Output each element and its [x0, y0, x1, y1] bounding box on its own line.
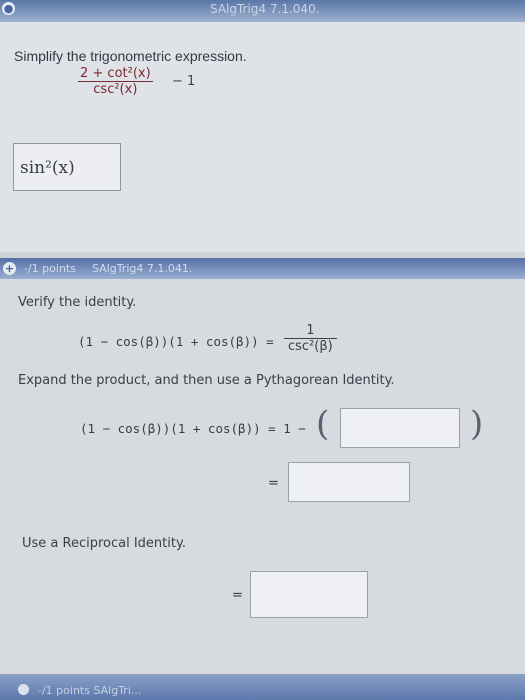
- reciprocal-input[interactable]: [250, 571, 368, 618]
- pythagorean-input[interactable]: [340, 408, 460, 448]
- next-question-text: -/1 points SAlgTri...: [38, 684, 142, 697]
- next-question-header: -/1 points SAlgTri...: [0, 674, 525, 700]
- fraction-denominator: csc²(x): [93, 82, 138, 97]
- step-1-instruction: Expand the product, and then use a Pytha…: [18, 373, 395, 388]
- collapse-icon[interactable]: ●: [2, 2, 15, 15]
- question-2-code: SAlgTrig4 7.1.041.: [92, 262, 193, 275]
- question-2-header: + -/1 points SAlgTrig4 7.1.041.: [0, 258, 525, 279]
- question-1-answer-box: sin²(x): [13, 143, 121, 191]
- question-1-answer: sin²(x): [20, 158, 75, 178]
- question-2-points: -/1 points: [24, 262, 76, 275]
- step-1-lhs: (1 − cos(β))(1 + cos(β)) = 1 −: [80, 421, 306, 436]
- question-1-panel: Simplify the trigonometric expression. 2…: [0, 22, 525, 252]
- equals-sign-2: =: [232, 588, 243, 603]
- expand-plus-icon[interactable]: +: [3, 262, 16, 275]
- identity-denominator: csc²(β): [288, 339, 333, 354]
- question-1-prompt: Simplify the trigonometric expression.: [14, 48, 247, 64]
- question-1-fraction: 2 + cot²(x) csc²(x): [78, 66, 153, 97]
- question-2-panel: Verify the identity. (1 − cos(β))(1 + co…: [0, 279, 525, 674]
- identity-fraction: 1 csc²(β): [284, 323, 337, 354]
- fraction-numerator: 2 + cot²(x): [78, 66, 153, 82]
- equals-sign-1: =: [268, 476, 279, 491]
- step-1-result-input[interactable]: [288, 462, 410, 502]
- minus-one-term: − 1: [172, 74, 196, 89]
- left-paren: (: [316, 404, 330, 444]
- question-2-prompt: Verify the identity.: [18, 295, 137, 310]
- identity-lhs: (1 − cos(β))(1 + cos(β)) =: [78, 334, 274, 349]
- right-paren: ): [470, 404, 484, 444]
- step-2-instruction: Use a Reciprocal Identity.: [22, 536, 186, 551]
- identity-numerator: 1: [284, 323, 337, 339]
- previous-question-header: ● SAlgTrig4 7.1.040.: [0, 0, 525, 22]
- previous-question-code: SAlgTrig4 7.1.040.: [210, 2, 320, 16]
- expand-circle-icon[interactable]: [18, 684, 29, 695]
